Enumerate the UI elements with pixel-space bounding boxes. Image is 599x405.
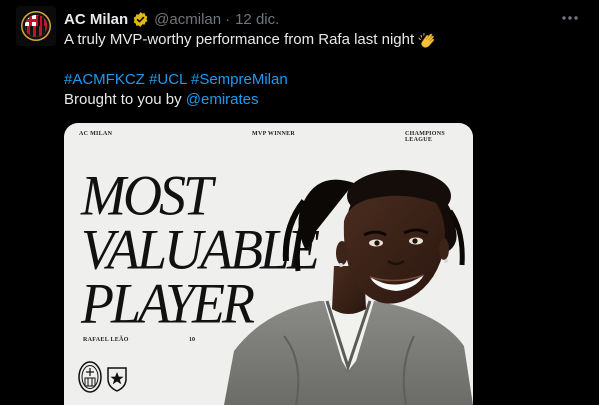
author-name[interactable]: AC Milan	[64, 11, 128, 28]
tweet-date[interactable]: 12 dic.	[235, 11, 279, 28]
hashtag-acmfkcz[interactable]: #ACMFKCZ	[64, 71, 145, 88]
verified-badge-icon[interactable]	[132, 11, 149, 28]
more-horizontal-icon[interactable]	[559, 8, 581, 28]
media-label-award: MVP WINNER	[252, 131, 296, 137]
tweet[interactable]: AC Milan @acmilan · 12 dic. A truly MVP-…	[0, 0, 599, 405]
separator-dot: ·	[225, 10, 231, 28]
clapping-hands-emoji	[418, 31, 437, 50]
media-label-competition: CHAMPIONS LEAGUE	[405, 131, 446, 143]
tweet-media-image[interactable]: AC MILAN MVP WINNER CHAMPIONS LEAGUE MOS…	[64, 123, 473, 405]
ac-milan-crest-icon	[16, 6, 56, 46]
player-photo	[224, 170, 473, 405]
player-number: 10	[189, 337, 195, 343]
hashtag-ucl[interactable]: #UCL	[149, 71, 187, 88]
hashtag-sempremilan[interactable]: #SempreMilan	[191, 71, 288, 88]
ac-milan-logo-icon	[78, 361, 102, 393]
player-name: RAFAEL LEÃO	[83, 337, 129, 343]
author-handle[interactable]: @acmilan	[154, 11, 221, 28]
mention-emirates[interactable]: @emirates	[186, 91, 259, 108]
opponent-crest-icon	[107, 367, 127, 392]
tweet-text: A truly MVP-worthy performance from Rafa…	[64, 30, 581, 110]
brought-by-text: Brought to you by	[64, 91, 182, 108]
avatar[interactable]	[16, 6, 56, 46]
media-label-club: AC MILAN	[79, 131, 113, 137]
tweet-text-line: A truly MVP-worthy performance from Rafa…	[64, 31, 415, 48]
tweet-header: AC Milan @acmilan · 12 dic.	[64, 9, 579, 29]
